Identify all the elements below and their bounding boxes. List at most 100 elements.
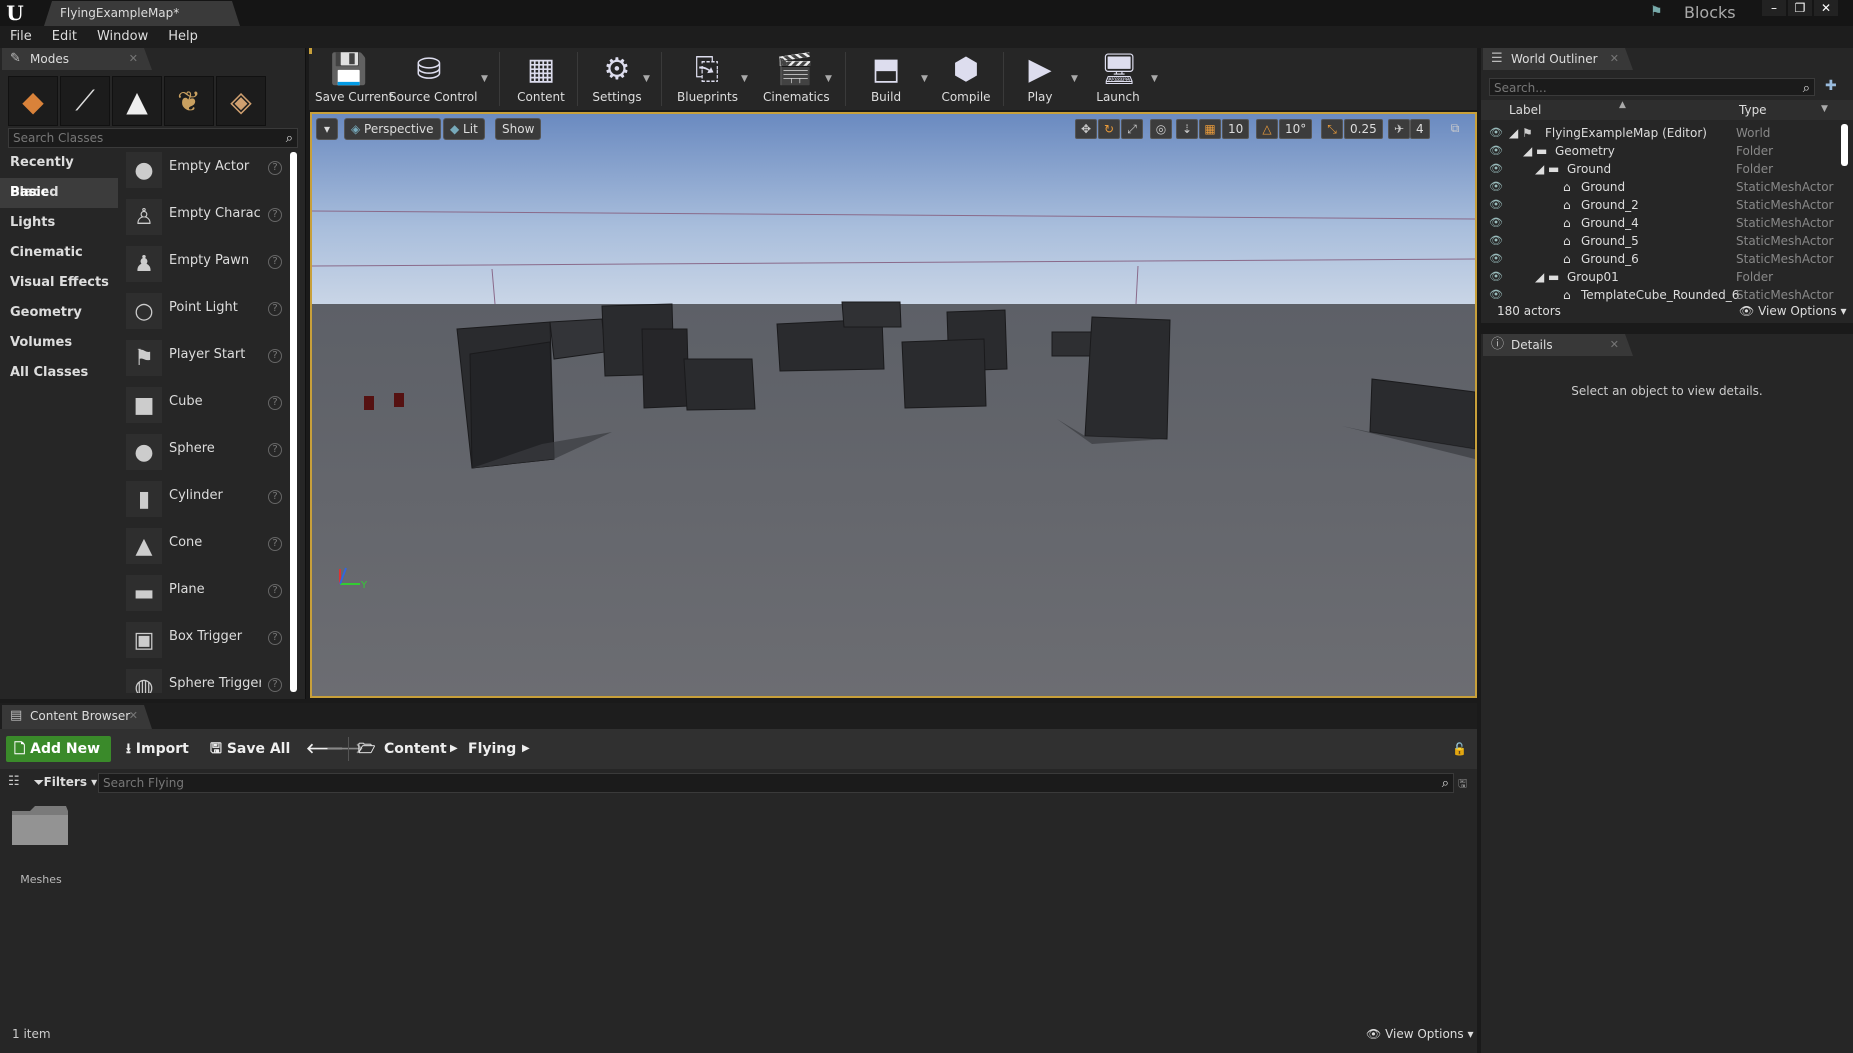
help-icon[interactable]: ? [268,537,282,551]
help-icon[interactable]: ? [268,208,282,222]
settings-button[interactable]: ⚙ Settings [587,48,647,110]
chevron-down-icon[interactable]: ▼ [741,74,748,84]
table-row[interactable]: 👁 ◢ ▬ Group01 Folder [1481,268,1841,286]
sources-panel-toggle-icon[interactable]: ☷ [8,774,20,789]
outliner-scrollbar[interactable] [1841,124,1848,166]
tab-content-browser[interactable]: ▤ Content Browser ✕ [2,705,152,729]
maximize-button[interactable]: ❐ [1788,0,1812,16]
compile-button[interactable]: ⬢ Compile [937,48,995,110]
chevron-down-icon[interactable]: ▼ [643,74,650,84]
menu-file[interactable]: File [0,26,42,48]
content-search-input[interactable]: Search Flying ⌕ [98,773,1454,793]
help-icon[interactable]: ? [268,161,282,175]
tree-expand-icon[interactable]: ◢ ▬ [1523,142,1547,160]
tree-expand-icon[interactable]: ◢ ▬ [1535,160,1559,178]
tab-details[interactable]: ⓘ Details ✕ [1483,334,1633,356]
table-row[interactable]: 👁 ◢ ▬ Geometry Folder [1481,142,1841,160]
list-item[interactable]: ▮ Cylinder? [120,477,290,524]
placeable-list-scrollbar[interactable] [290,152,297,692]
grid-snap-value[interactable]: 10 [1222,119,1250,139]
eye-icon[interactable]: 👁 [1489,160,1503,178]
list-item[interactable] [10,803,70,853]
menu-help[interactable]: Help [158,26,208,48]
eye-icon[interactable]: 👁 [1489,250,1503,268]
eye-icon[interactable]: 👁 [1489,214,1503,232]
translate-tool-icon[interactable]: ✥ [1075,119,1097,139]
list-item[interactable]: ♙ Empty Characte? [120,195,290,242]
help-icon[interactable]: ? [268,678,282,692]
close-icon[interactable]: ✕ [129,705,138,727]
chevron-down-icon[interactable]: ▼ [825,74,832,84]
help-icon[interactable]: ? [268,349,282,363]
blueprints-button[interactable]: ⎘ Blueprints [677,48,738,110]
world-coords-icon[interactable]: ◎ [1150,119,1172,139]
scale-snap-value[interactable]: 0.25 [1344,119,1383,139]
show-button[interactable]: Show [495,118,542,140]
list-item[interactable]: ▲ Cone? [120,524,290,571]
help-icon[interactable]: ? [268,443,282,457]
breadcrumb-separator-icon[interactable]: ▶ [450,735,458,763]
table-row[interactable]: 👁 ◢ ▬ Ground Folder [1481,160,1841,178]
camera-speed-value[interactable]: 4 [1410,119,1430,139]
table-row[interactable]: 👁 ⌂ Ground_6 StaticMeshActor [1481,250,1841,268]
breadcrumb-content[interactable]: Content [384,735,447,763]
surface-snap-icon[interactable]: ⇣ [1176,119,1198,139]
content-button[interactable]: ▦ Content [513,48,569,110]
category-geometry[interactable]: Geometry [0,298,118,328]
table-row[interactable]: 👁 ⌂ Ground_5 StaticMeshActor [1481,232,1841,250]
play-button[interactable]: ▶ Play [1017,48,1063,110]
filters-button[interactable]: ⏷Filters ▾ [34,775,97,790]
list-item[interactable]: ■ Cube? [120,383,290,430]
list-item[interactable]: ◍ Sphere Trigger? [120,665,290,693]
menu-edit[interactable]: Edit [42,26,87,48]
list-item[interactable]: ▬ Plane? [120,571,290,618]
save-current-button[interactable]: 💾 Save Current [315,48,393,110]
paint-mode-icon[interactable]: ⟋ [60,76,110,126]
folder-open-icon[interactable]: 🗁 [358,735,375,763]
maximize-viewport-icon[interactable]: ⧉ [1447,119,1463,139]
scale-snap-icon[interactable]: ⤡ [1321,119,1343,139]
col-label[interactable]: Label [1509,103,1541,117]
category-lights[interactable]: Lights [0,208,118,238]
geometry-edit-mode-icon[interactable]: ◈ [216,76,266,126]
list-item[interactable]: ● Empty Actor? [120,148,290,195]
rotation-snap-value[interactable]: 10° [1279,119,1313,139]
chevron-down-icon[interactable]: ▼ [1821,104,1828,114]
chevron-down-icon[interactable]: ▼ [921,74,928,84]
import-button[interactable]: ⭳ Import [126,735,189,763]
table-row[interactable]: 👁 ⌂ TemplateCube_Rounded_6 StaticMeshActor [1481,286,1841,302]
help-icon[interactable]: ? [268,584,282,598]
perspective-button[interactable]: ◈ Perspective [344,118,441,140]
close-button[interactable]: ✕ [1814,0,1838,16]
close-icon[interactable]: ✕ [129,48,138,70]
category-all-classes[interactable]: All Classes [0,358,118,388]
list-item[interactable]: ● Sphere? [120,430,290,477]
category-recently-placed[interactable]: Recently Placed [0,148,118,200]
viewport-options-button[interactable]: ▾ [316,118,338,140]
scale-tool-icon[interactable]: ⤢ [1121,119,1143,139]
help-icon[interactable]: ? [268,490,282,504]
tab-modes[interactable]: ✎ Modes ✕ [2,48,152,70]
lit-button[interactable]: ◆ Lit [443,118,485,140]
launch-button[interactable]: 🖥 Launch [1093,48,1143,110]
help-icon[interactable]: ? [268,631,282,645]
help-icon[interactable]: ? [268,396,282,410]
cinematics-button[interactable]: 🎬 Cinematics [763,48,830,110]
add-new-button[interactable]: 🗋 Add New ▾ [6,736,111,783]
eye-icon[interactable]: 👁 [1489,268,1503,286]
build-button[interactable]: ⬒ Build [861,48,911,110]
tree-expand-icon[interactable]: ◢ ▬ [1535,268,1559,286]
eye-icon[interactable]: 👁 [1489,124,1503,142]
source-control-button[interactable]: ⛁ Source Control [389,48,477,110]
source-control-status-icon[interactable]: ⚑ [1650,4,1663,20]
category-volumes[interactable]: Volumes [0,328,118,358]
eye-icon[interactable]: 👁 [1489,196,1503,214]
eye-icon[interactable]: 👁 [1489,232,1503,250]
landscape-mode-icon[interactable]: ▲ [112,76,162,126]
category-visual-effects[interactable]: Visual Effects [0,268,118,298]
save-search-icon[interactable]: 🖫 [1458,775,1467,794]
help-icon[interactable]: ? [268,255,282,269]
document-tab[interactable]: FlyingExampleMap* [44,1,240,26]
add-folder-icon[interactable]: ✚ [1825,78,1837,94]
rotation-snap-icon[interactable]: △ [1256,119,1278,139]
